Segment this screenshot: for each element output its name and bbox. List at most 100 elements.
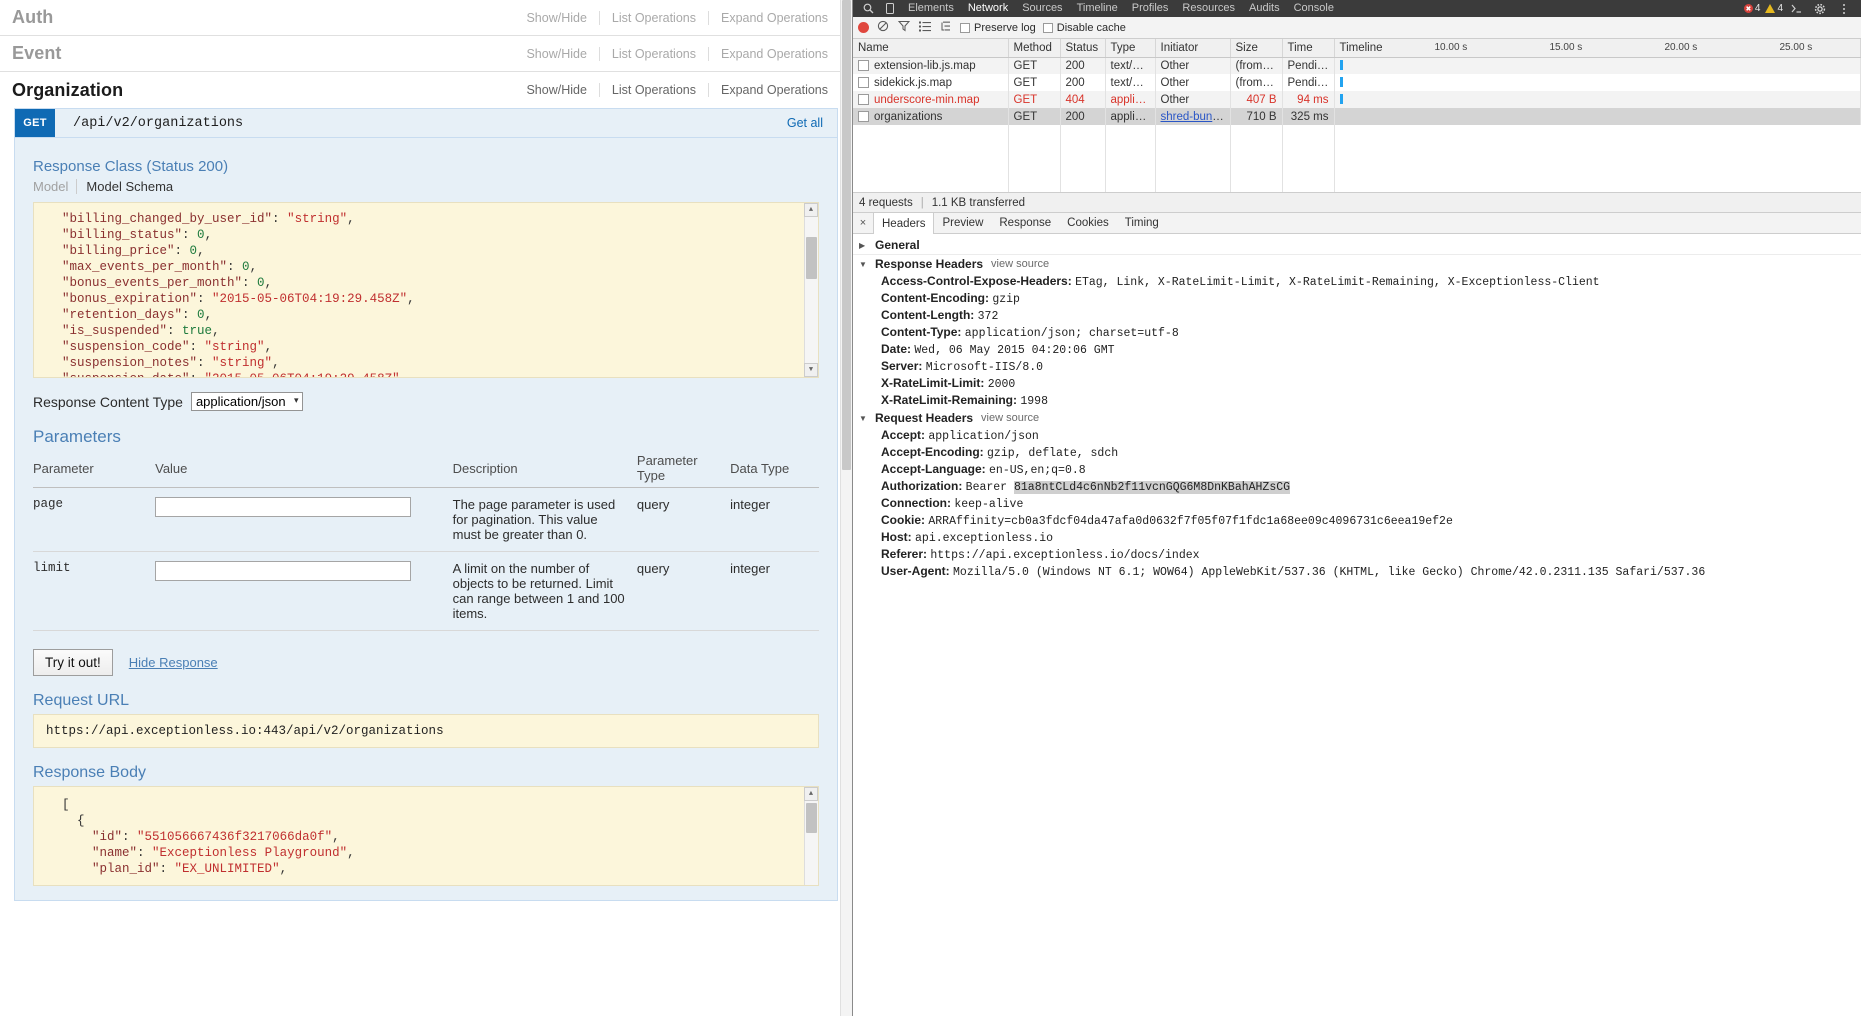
- resource-group-auth[interactable]: Auth Show/Hide List Operations Expand Op…: [0, 0, 852, 36]
- request-initiator-cell[interactable]: shred-bundle-...: [1155, 108, 1231, 125]
- request-name-cell[interactable]: organizations: [853, 108, 1009, 125]
- checkbox-box[interactable]: [1042, 22, 1053, 33]
- clear-icon[interactable]: [876, 20, 890, 35]
- tab-resources[interactable]: Resources: [1175, 0, 1242, 17]
- row-checkbox[interactable]: [858, 59, 869, 71]
- detail-tab-cookies[interactable]: Cookies: [1059, 213, 1117, 233]
- schema-scrollbar[interactable]: ▲ ▼: [804, 203, 818, 377]
- close-icon[interactable]: ×: [853, 213, 873, 233]
- operation-summary-link[interactable]: Get all: [787, 109, 837, 137]
- resource-group-event[interactable]: Event Show/Hide List Operations Expand O…: [0, 36, 852, 72]
- chevron-down-icon[interactable]: ▼: [859, 260, 867, 269]
- show-hide-link[interactable]: Show/Hide: [514, 83, 598, 97]
- warning-count-badge[interactable]: 4: [1765, 3, 1783, 14]
- col-method[interactable]: Method: [1008, 39, 1061, 58]
- warning-count: 4: [1777, 3, 1783, 14]
- col-size[interactable]: Size: [1230, 39, 1283, 58]
- expand-operations-link[interactable]: Expand Operations: [707, 46, 840, 61]
- scroll-down-arrow[interactable]: ▼: [804, 363, 818, 377]
- row-checkbox[interactable]: [858, 110, 869, 122]
- header-line: Server: Microsoft-IIS/8.0: [853, 358, 1861, 375]
- request-headers-group[interactable]: ▼ Request Headers view source: [853, 409, 1861, 427]
- group-by-frame-icon[interactable]: [939, 21, 953, 35]
- authorization-token[interactable]: 81a8ntCLd4c6nNb2f11vcnGQG6M8DnKBahAHZsCG: [1013, 481, 1291, 494]
- response-class-title: Response Class (Status 200): [33, 158, 229, 175]
- tab-model-schema[interactable]: Model Schema: [76, 179, 181, 194]
- drawer-toggle-icon[interactable]: [1785, 0, 1807, 17]
- expand-operations-link[interactable]: Expand Operations: [707, 83, 840, 97]
- scroll-up-arrow[interactable]: ▲: [804, 787, 818, 801]
- table-row[interactable]: extension-lib.js.map GET 200 text/pl... …: [853, 57, 1861, 74]
- checkbox-box[interactable]: [960, 22, 970, 33]
- error-count-badge[interactable]: ✖ 4: [1743, 3, 1760, 14]
- detail-tab-response[interactable]: Response: [991, 213, 1059, 233]
- more-menu-icon[interactable]: [1833, 0, 1855, 17]
- view-source-link[interactable]: view source: [981, 412, 1039, 424]
- inspect-element-icon[interactable]: [857, 0, 879, 17]
- response-content-type-select[interactable]: application/json: [190, 392, 303, 411]
- detail-tab-timing[interactable]: Timing: [1117, 213, 1167, 233]
- table-row[interactable]: underscore-min.map GET 404 applica... Ot…: [853, 91, 1861, 108]
- expand-operations-link[interactable]: Expand Operations: [707, 10, 840, 25]
- page-scroll-thumb[interactable]: [842, 0, 851, 470]
- list-operations-link[interactable]: List Operations: [598, 46, 708, 61]
- request-initiator[interactable]: shred-bundle-...: [1161, 111, 1230, 123]
- view-source-link[interactable]: view source: [991, 258, 1049, 270]
- col-status[interactable]: Status: [1060, 39, 1106, 58]
- request-name-cell[interactable]: extension-lib.js.map: [853, 57, 1009, 74]
- col-type[interactable]: Type: [1105, 39, 1156, 58]
- col-name[interactable]: Name: [853, 39, 1009, 58]
- operation-header[interactable]: GET /api/v2/organizations Get all: [15, 109, 837, 138]
- try-it-out-button[interactable]: Try it out!: [33, 649, 113, 676]
- row-checkbox[interactable]: [858, 76, 869, 88]
- scroll-thumb[interactable]: [806, 237, 817, 279]
- request-name: sidekick.js.map: [874, 76, 952, 89]
- device-toolbar-icon[interactable]: [879, 0, 901, 17]
- show-hide-link[interactable]: Show/Hide: [514, 47, 598, 61]
- chevron-down-icon[interactable]: ▼: [859, 414, 867, 423]
- detail-tab-preview[interactable]: Preview: [934, 213, 991, 233]
- table-row[interactable]: sidekick.js.map GET 200 text/pl... Other…: [853, 74, 1861, 91]
- request-method: GET: [1008, 91, 1061, 108]
- resource-group-organization[interactable]: Organization Show/Hide List Operations E…: [0, 72, 852, 108]
- col-initiator[interactable]: Initiator: [1155, 39, 1231, 58]
- scroll-up-arrow[interactable]: ▲: [804, 203, 818, 217]
- hide-response-link[interactable]: Hide Response: [129, 655, 218, 670]
- detail-tab-headers[interactable]: Headers: [873, 213, 935, 234]
- table-row[interactable]: organizations GET 200 applica... shred-b…: [853, 108, 1861, 125]
- chevron-right-icon[interactable]: ▶: [859, 241, 867, 250]
- show-hide-link[interactable]: Show/Hide: [514, 11, 598, 25]
- tab-timeline[interactable]: Timeline: [1070, 0, 1125, 17]
- general-group[interactable]: ▶ General: [853, 236, 1861, 255]
- header-line: Accept: application/json: [853, 427, 1861, 444]
- tab-sources[interactable]: Sources: [1015, 0, 1069, 17]
- row-checkbox[interactable]: [858, 93, 869, 105]
- page-scrollbar[interactable]: [840, 0, 852, 1016]
- request-name-cell[interactable]: underscore-min.map: [853, 91, 1009, 108]
- tab-audits[interactable]: Audits: [1242, 0, 1287, 17]
- tab-profiles[interactable]: Profiles: [1125, 0, 1176, 17]
- filter-icon[interactable]: [897, 20, 911, 35]
- list-operations-link[interactable]: List Operations: [598, 10, 708, 25]
- header-key: Access-Control-Expose-Headers:: [881, 274, 1072, 288]
- request-name-cell[interactable]: sidekick.js.map: [853, 74, 1009, 91]
- record-button-icon[interactable]: [858, 22, 869, 33]
- request-initiator: Other: [1155, 91, 1231, 108]
- scroll-thumb[interactable]: [806, 803, 817, 833]
- list-operations-link[interactable]: List Operations: [598, 83, 708, 97]
- response-headers-group[interactable]: ▼ Response Headers view source: [853, 255, 1861, 273]
- view-list-icon[interactable]: [918, 21, 932, 35]
- tab-network[interactable]: Network: [961, 0, 1015, 17]
- tab-console[interactable]: Console: [1287, 0, 1341, 17]
- tab-elements[interactable]: Elements: [901, 0, 961, 17]
- disable-cache-checkbox[interactable]: Disable cache: [1042, 22, 1126, 34]
- col-timeline[interactable]: Timeline 10.00 s 15.00 s 20.00 s 25.00 s: [1334, 39, 1861, 58]
- param-limit-input[interactable]: [155, 561, 412, 581]
- gear-icon[interactable]: [1809, 0, 1831, 17]
- header-line: User-Agent: Mozilla/5.0 (Windows NT 6.1;…: [853, 563, 1861, 580]
- response-scrollbar[interactable]: ▲: [804, 787, 818, 885]
- tab-model[interactable]: Model: [33, 179, 76, 194]
- preserve-log-checkbox[interactable]: Preserve log: [960, 22, 1036, 34]
- param-page-input[interactable]: [155, 497, 412, 517]
- col-time[interactable]: Time: [1282, 39, 1335, 58]
